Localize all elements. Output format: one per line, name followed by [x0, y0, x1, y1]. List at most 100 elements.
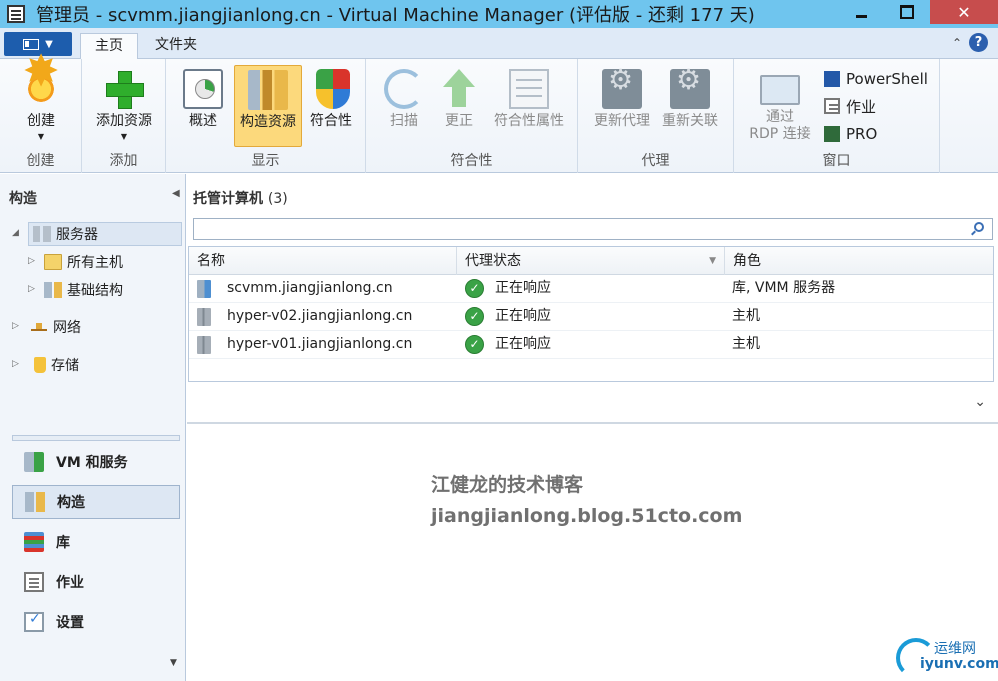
cell-agent-status: 正在响应	[495, 336, 551, 352]
powershell-icon	[824, 71, 840, 87]
tree-collapsed-icon[interactable]: ▷	[28, 284, 35, 294]
tree-item-label: 基础结构	[67, 283, 123, 299]
tree-expanded-icon[interactable]: ◢	[12, 228, 19, 238]
group-label: 显示	[251, 153, 280, 169]
workspace-label: VM 和服务	[56, 455, 128, 471]
workspace-library[interactable]: 库	[12, 525, 180, 559]
jobs-button[interactable]: 作业	[824, 94, 876, 118]
tree-item-label: 网络	[53, 320, 81, 336]
library-icon	[24, 532, 44, 552]
scan-icon	[384, 69, 424, 109]
group-label: 窗口	[822, 153, 851, 169]
tree-item-servers[interactable]: 服务器	[28, 222, 182, 246]
overview-label: 概述	[189, 113, 217, 129]
powershell-button[interactable]: PowerShell	[824, 67, 928, 91]
help-icon[interactable]: ?	[969, 33, 988, 52]
ribbon-tab-row: ▼ 主页 文件夹 ⌃ ?	[0, 28, 998, 59]
fabric-icon	[25, 492, 45, 512]
tab-folder[interactable]: 文件夹	[141, 33, 211, 59]
expand-details-icon[interactable]: ⌄	[974, 394, 986, 410]
update-agent-icon	[602, 69, 642, 109]
remediate-label: 更正	[445, 113, 473, 129]
overview-button[interactable]: 概述	[178, 65, 228, 147]
rdp-connect-button[interactable]: 通过 RDP 连接	[744, 65, 816, 147]
close-button[interactable]: ✕	[930, 0, 998, 24]
tree-item-label: 所有主机	[67, 255, 123, 271]
create-icon	[21, 63, 61, 109]
update-agent-button[interactable]: 更新代理	[590, 65, 654, 147]
cell-role: 主机	[732, 336, 760, 352]
workspace-jobs[interactable]: 作业	[12, 565, 180, 599]
pro-icon	[824, 126, 840, 142]
main-content: 托管计算机 (3) 名称 代理状态 ▼ 角色 scvmm.jiangjianlo…	[187, 174, 998, 681]
pro-label: PRO	[846, 125, 878, 143]
app-icon[interactable]	[7, 5, 25, 23]
group-label: 符合性	[450, 153, 493, 169]
tree-item-label: 服务器	[56, 227, 98, 243]
search-input[interactable]	[193, 218, 993, 240]
create-button[interactable]: 创建 ▼	[6, 63, 76, 147]
tree-item-storage[interactable]: 存储	[34, 353, 79, 377]
ok-status-icon: ✓	[465, 307, 484, 326]
ribbon-group-add: 添加资源 ▼ 添加	[82, 59, 166, 173]
table-header: 名称 代理状态 ▼ 角色	[189, 247, 993, 275]
workspace-label: 设置	[56, 615, 84, 631]
maximize-button[interactable]	[884, 0, 930, 24]
title-bar: 管理员 - scvmm.jiangjianlong.cn - Virtual M…	[0, 0, 998, 28]
page-title-text: 托管计算机	[193, 191, 263, 207]
watermark-title: 江健龙的技术博客	[431, 474, 584, 496]
table-row[interactable]: scvmm.jiangjianlong.cn ✓ 正在响应 库, VMM 服务器	[189, 275, 993, 303]
table-row[interactable]: hyper-v02.jiangjianlong.cn ✓ 正在响应 主机	[189, 303, 993, 331]
ribbon: 创建 ▼ 创建 添加资源 ▼ 添加 概述 构造资源 符合性 显示 扫	[0, 59, 998, 173]
window-title: 管理员 - scvmm.jiangjianlong.cn - Virtual M…	[36, 5, 755, 26]
pane-title: 构造	[9, 191, 37, 207]
tree-collapsed-icon[interactable]: ▷	[28, 256, 35, 266]
corner-watermark-logo: 运维网 iyunv.com	[896, 636, 998, 680]
workspace-fabric[interactable]: 构造	[12, 485, 180, 519]
reassociate-icon	[670, 69, 710, 109]
tree-item-label: 存储	[51, 358, 79, 374]
ribbon-group-compliance: 扫描 更正 符合性属性 符合性	[366, 59, 578, 173]
tab-home[interactable]: 主页	[80, 33, 138, 59]
fabric-resources-button[interactable]: 构造资源	[234, 65, 302, 147]
powershell-label: PowerShell	[846, 70, 928, 88]
group-label: 创建	[26, 153, 55, 169]
fabric-resources-icon	[248, 70, 288, 110]
tree-item-all-hosts[interactable]: 所有主机	[44, 250, 123, 274]
ribbon-group-window: 通过 RDP 连接 PowerShell 作业 PRO 窗口	[734, 59, 940, 173]
pane-splitter[interactable]	[12, 435, 180, 441]
remediate-button[interactable]: 更正	[436, 65, 482, 147]
tree-item-infrastructure[interactable]: 基础结构	[44, 278, 123, 302]
cell-role: 主机	[732, 308, 760, 324]
workspace-settings[interactable]: 设置	[12, 605, 180, 639]
compliance-properties-button[interactable]: 符合性属性	[488, 65, 570, 147]
minimize-button[interactable]	[838, 0, 884, 24]
tree-item-networking[interactable]: 网络	[30, 315, 81, 339]
ok-status-icon: ✓	[465, 279, 484, 298]
search-icon[interactable]	[974, 222, 984, 232]
reassociate-button[interactable]: 重新关联	[658, 65, 722, 147]
ribbon-group-create: 创建 ▼ 创建	[0, 59, 82, 173]
workspace-vms-and-services[interactable]: VM 和服务	[12, 445, 180, 479]
cell-name: hyper-v02.jiangjianlong.cn	[227, 308, 413, 324]
column-header-name[interactable]: 名称	[189, 247, 457, 275]
compliance-properties-icon	[509, 69, 549, 109]
folder-icon	[44, 254, 62, 270]
column-header-role[interactable]: 角色	[725, 247, 993, 275]
add-resources-button[interactable]: 添加资源 ▼	[88, 65, 160, 147]
tree-collapsed-icon[interactable]: ▷	[12, 359, 19, 369]
cell-agent-status: 正在响应	[495, 280, 551, 296]
collapse-pane-icon[interactable]: ◀	[172, 188, 180, 199]
compliance-button[interactable]: 符合性	[304, 65, 358, 147]
scan-button[interactable]: 扫描	[380, 65, 428, 147]
host-icon	[197, 336, 211, 354]
table-row[interactable]: hyper-v01.jiangjianlong.cn ✓ 正在响应 主机	[189, 331, 993, 359]
storage-icon	[34, 357, 46, 373]
tree-collapsed-icon[interactable]: ▷	[12, 321, 19, 331]
more-workspaces-icon[interactable]: ▼	[170, 658, 177, 668]
column-header-agent-status[interactable]: 代理状态 ▼	[457, 247, 725, 275]
vmm-server-icon	[197, 280, 211, 298]
ribbon-minimize-icon[interactable]: ⌃	[952, 36, 962, 50]
pro-button[interactable]: PRO	[824, 122, 877, 146]
workspace-label: 构造	[57, 495, 85, 511]
